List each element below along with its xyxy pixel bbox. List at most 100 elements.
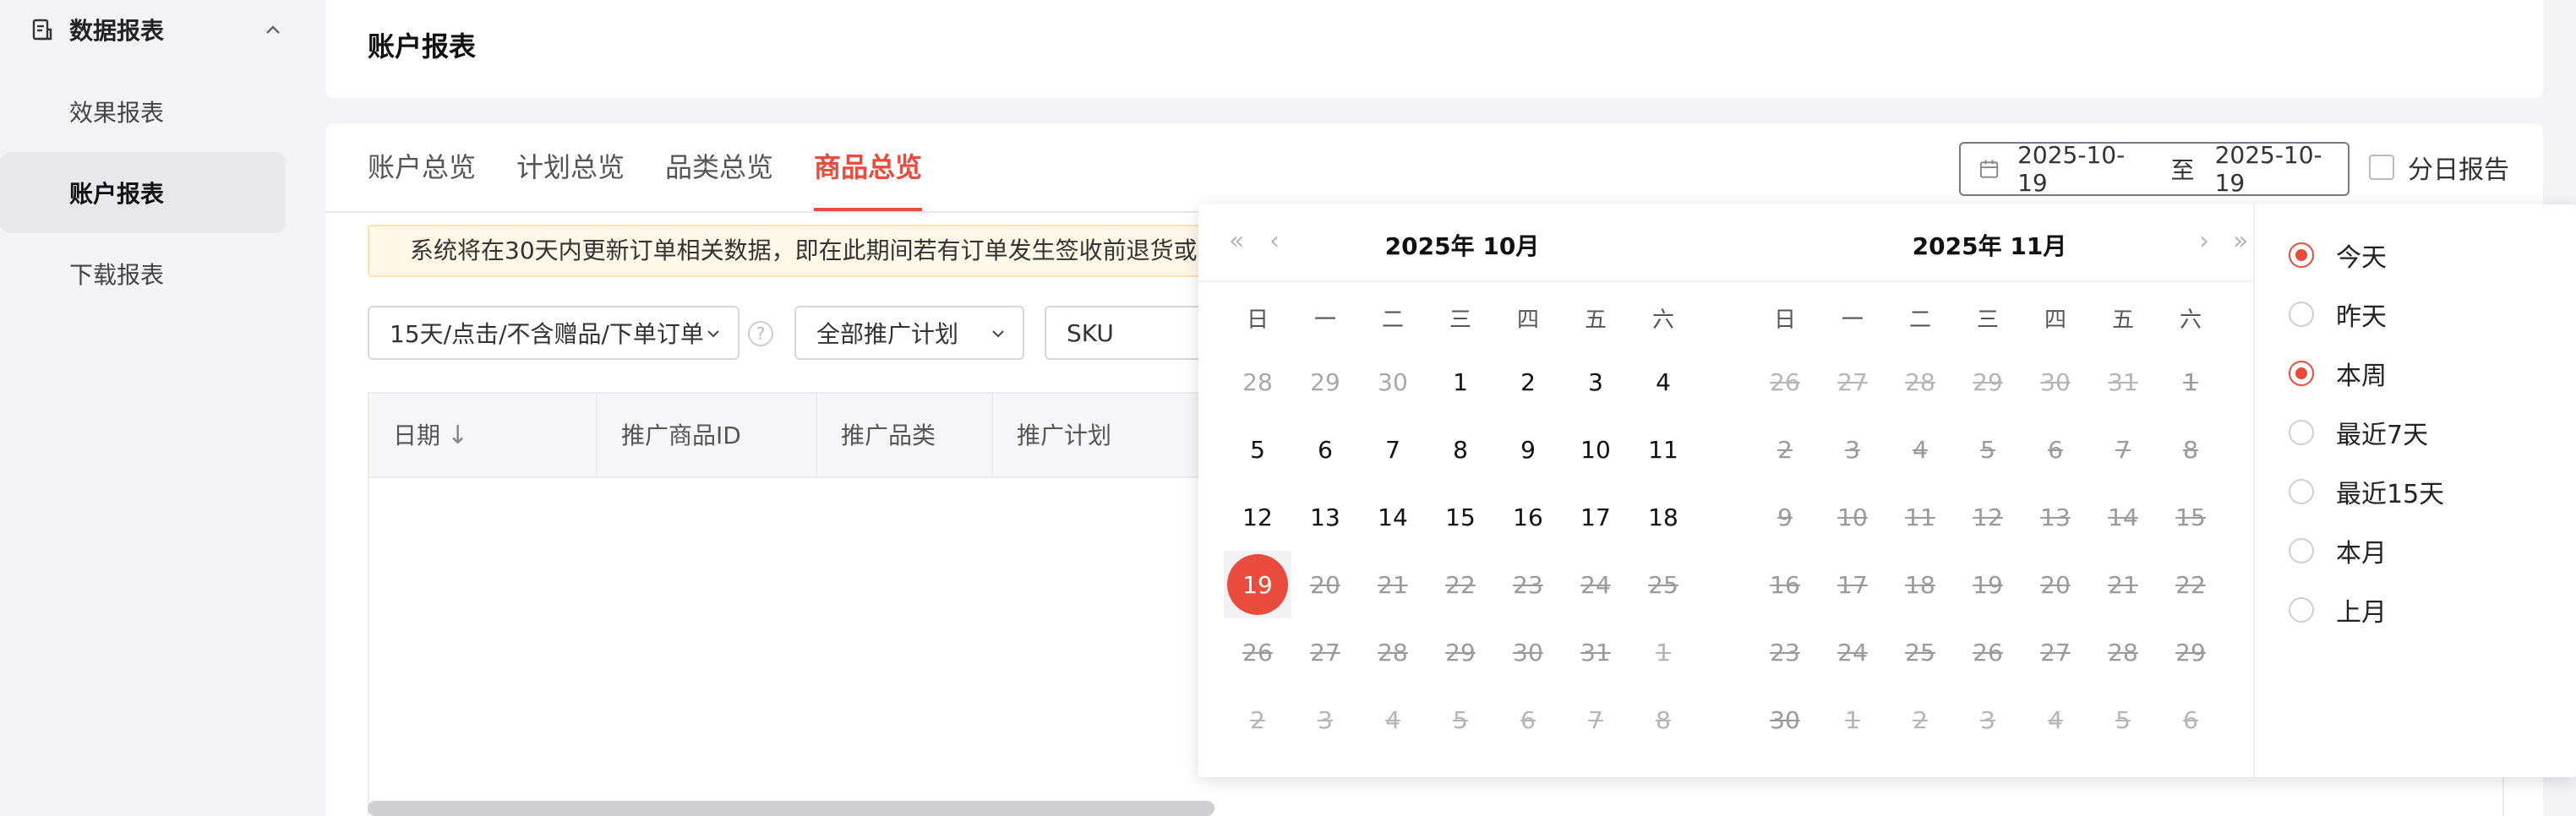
calendar-day: 5 — [1453, 705, 1468, 734]
calendar-day[interactable]: 1 — [1427, 348, 1494, 416]
weekday-label: 二 — [1381, 307, 1404, 333]
next-month-icon[interactable]: › — [2199, 226, 2209, 256]
preset-option[interactable]: 上月 — [2289, 593, 2387, 628]
radio-icon[interactable] — [2289, 420, 2314, 445]
calendar-day: 22 — [2175, 570, 2206, 599]
sidebar-item-account-report[interactable]: 账户报表 — [0, 152, 286, 233]
calendar-day[interactable]: 4 — [1629, 348, 1697, 416]
plan-select-value: 全部推广计划 — [816, 320, 959, 348]
calendar-day: 15 — [2175, 503, 2206, 531]
calendar-day: 23 — [1513, 570, 1543, 599]
calendar-day[interactable]: 16 — [1494, 483, 1562, 551]
calendar-day-selected[interactable]: 19 — [1224, 551, 1291, 618]
preset-option[interactable]: 最近7天 — [2289, 416, 2428, 450]
weekday-label: 一 — [1841, 307, 1864, 333]
weekday-label: 六 — [1651, 307, 1674, 333]
daily-report-checkbox[interactable] — [2369, 155, 2394, 180]
calendar-day[interactable]: 8 — [1427, 416, 1494, 483]
calendar-day: 29 — [2175, 638, 2206, 666]
preset-label: 本月 — [2336, 539, 2387, 568]
calendar-day[interactable]: 5 — [1224, 416, 1291, 483]
column-header-product-id: 推广商品ID — [598, 394, 817, 478]
calendar-day: 19 — [1973, 570, 2003, 599]
weekday-label: 三 — [1976, 307, 1999, 333]
calendar-day: 9 — [1777, 503, 1793, 531]
preset-option[interactable]: 本月 — [2289, 534, 2387, 568]
calendar-day: 1 — [1656, 638, 1671, 666]
radio-icon[interactable] — [2289, 361, 2314, 386]
preset-option[interactable]: 本周 — [2289, 356, 2387, 391]
attribution-select[interactable]: 15天/点击/不含赠品/下单订单 — [368, 306, 740, 360]
month-title: 2025年 10月 — [1384, 232, 1540, 260]
column-header-label: 推广计划 — [1017, 422, 1112, 449]
tab-divider — [325, 211, 1199, 213]
horizontal-scrollbar[interactable] — [368, 801, 1214, 816]
sku-search-input[interactable]: SKU — [1045, 306, 1214, 360]
sidebar-item-effect-report[interactable]: 效果报表 — [0, 71, 286, 152]
sidebar-item-download-report[interactable]: 下载报表 — [0, 233, 286, 314]
calendar-day: 11 — [1905, 503, 1935, 531]
calendar-day: 31 — [1580, 638, 1611, 666]
calendar-day[interactable]: 6 — [1291, 416, 1359, 483]
date-range-picker[interactable]: 2025-10-19 至 2025-10-19 — [1959, 141, 2350, 197]
radio-icon[interactable] — [2289, 302, 2314, 327]
calendar-day[interactable]: 9 — [1494, 416, 1562, 483]
tab-plan-overview[interactable]: 计划总览 — [516, 123, 625, 211]
calendar-day[interactable]: 17 — [1562, 483, 1629, 551]
preset-option[interactable]: 最近15天 — [2289, 475, 2444, 509]
daily-report-toggle[interactable]: 分日报告 — [2369, 149, 2509, 186]
weekday-label: 三 — [1449, 307, 1471, 333]
calendar-day: 23 — [1770, 638, 1800, 666]
calendar-day[interactable]: 18 — [1629, 483, 1697, 551]
sidebar-group-reports[interactable]: 数据报表 — [30, 12, 284, 47]
date-range-start[interactable]: 2025-10-19 — [2017, 141, 2150, 197]
calendar-day: 6 — [1520, 705, 1536, 734]
calendar-day[interactable]: 12 — [1224, 483, 1291, 551]
plan-select[interactable]: 全部推广计划 — [794, 306, 1024, 360]
calendar-day: 4 — [1913, 435, 1928, 464]
calendar-day: 7 — [2115, 435, 2131, 464]
radio-icon[interactable] — [2289, 242, 2314, 268]
calendar-day: 30 — [2040, 367, 2071, 396]
calendar-day: 2 — [1250, 705, 1265, 734]
weekday-row: 日一二三四五六 — [1224, 302, 1697, 345]
calendar-day[interactable]: 2 — [1494, 348, 1562, 416]
calendar-day[interactable]: 11 — [1629, 416, 1697, 483]
calendar-day: 27 — [1837, 367, 1868, 396]
calendar-day[interactable]: 14 — [1359, 483, 1427, 551]
sidebar-group-label: 数据报表 — [69, 17, 165, 45]
sort-down-icon[interactable]: ↓ — [447, 394, 468, 478]
calendar-day: 27 — [1310, 638, 1340, 666]
calendar-day[interactable]: 10 — [1562, 416, 1629, 483]
weekday-row: 日一二三四五六 — [1751, 302, 2224, 345]
preset-option[interactable]: 今天 — [2289, 238, 2387, 273]
calendar-day[interactable]: 13 — [1291, 483, 1359, 551]
preset-label: 最近15天 — [2336, 480, 2445, 509]
calendar-day: 26 — [1770, 367, 1800, 396]
calendar-day[interactable]: 15 — [1427, 483, 1494, 551]
tab-product-overview[interactable]: 商品总览 — [814, 123, 923, 211]
radio-icon[interactable] — [2289, 597, 2314, 623]
radio-icon[interactable] — [2289, 538, 2314, 563]
help-icon[interactable]: ? — [748, 321, 773, 346]
calendar-day[interactable]: 3 — [1562, 348, 1629, 416]
column-header-date[interactable]: 日期 ↓ — [369, 394, 598, 478]
date-range-separator: 至 — [2170, 156, 2195, 184]
calendar-day: 7 — [1588, 705, 1603, 734]
calendar-day: 17 — [1837, 570, 1868, 599]
calendar-day: 8 — [2183, 435, 2198, 464]
calendar-day: 24 — [1580, 570, 1611, 599]
preset-option[interactable]: 昨天 — [2289, 297, 2387, 332]
calendar-day[interactable]: 7 — [1359, 416, 1427, 483]
calendar-day: 1 — [1845, 705, 1860, 734]
tab-category-overview[interactable]: 品类总览 — [665, 123, 773, 211]
radio-icon[interactable] — [2289, 479, 2314, 504]
tab-bar: 账户总览 计划总览 品类总览 商品总览 — [368, 123, 963, 211]
calendar-day: 26 — [1973, 638, 2003, 666]
chevron-up-icon[interactable] — [262, 19, 284, 41]
calendar-day: 20 — [1310, 570, 1340, 599]
date-range-end[interactable]: 2025-10-19 — [2215, 141, 2348, 197]
tab-account-overview[interactable]: 账户总览 — [368, 123, 476, 211]
next-year-icon[interactable]: » — [2233, 226, 2248, 256]
calendar-day: 25 — [1648, 570, 1678, 599]
